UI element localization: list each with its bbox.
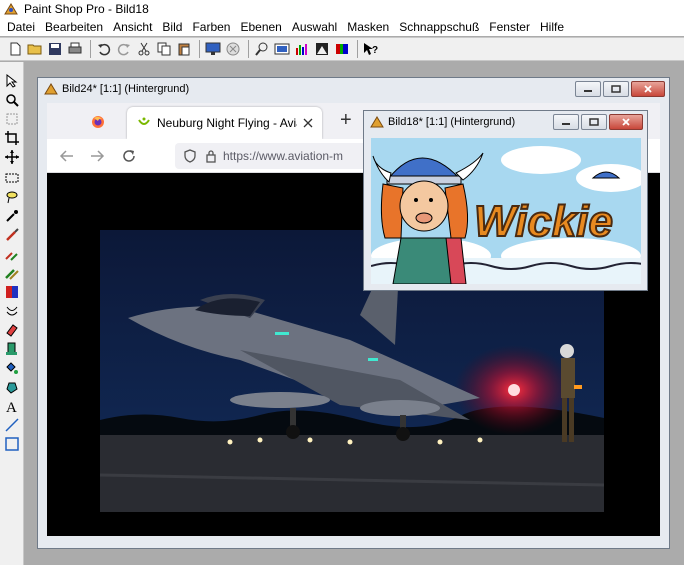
firefox-icon[interactable] xyxy=(91,115,105,129)
help-icon[interactable]: ? xyxy=(362,40,380,58)
layers-icon[interactable] xyxy=(333,40,351,58)
print-icon[interactable] xyxy=(66,40,84,58)
window-controls xyxy=(551,114,643,130)
flood-fill-tool-icon[interactable] xyxy=(3,378,21,396)
maximize-button[interactable] xyxy=(581,114,607,130)
menu-auswahl[interactable]: Auswahl xyxy=(287,20,342,34)
paste-icon[interactable] xyxy=(175,40,193,58)
window-controls xyxy=(573,81,665,97)
paintshop-logo-icon xyxy=(4,3,18,15)
shapes-tool-icon[interactable] xyxy=(3,435,21,453)
app-title: Paint Shop Pro - Bild18 xyxy=(24,2,149,16)
scratch-remover-tool-icon[interactable] xyxy=(3,302,21,320)
toolbar-separator xyxy=(90,40,91,58)
browse-icon[interactable] xyxy=(224,40,242,58)
open-folder-icon[interactable] xyxy=(26,40,44,58)
lock-icon[interactable] xyxy=(205,149,217,163)
selection-tool-icon[interactable] xyxy=(3,169,21,187)
new-file-icon[interactable] xyxy=(6,40,24,58)
copy-icon[interactable] xyxy=(155,40,173,58)
cut-icon[interactable] xyxy=(135,40,153,58)
wickie-image: Wickie xyxy=(371,138,641,284)
paintbrush-tool-icon[interactable] xyxy=(3,226,21,244)
menu-hilfe[interactable]: Hilfe xyxy=(535,20,569,34)
menu-ebenen[interactable]: Ebenen xyxy=(235,20,286,34)
svg-text:?: ? xyxy=(372,45,378,56)
save-icon[interactable] xyxy=(46,40,64,58)
toolbar-separator xyxy=(248,40,249,58)
toolbar-separator xyxy=(357,40,358,58)
dropper-tool-icon[interactable] xyxy=(3,207,21,225)
menu-masken[interactable]: Masken xyxy=(342,20,394,34)
full-screen-icon[interactable] xyxy=(273,40,291,58)
workspace: Bild24* [1:1] (Hintergrund) Neuburg Nigh… xyxy=(25,62,684,565)
wickie-logo-text: Wickie xyxy=(474,197,613,246)
redo-icon[interactable] xyxy=(115,40,133,58)
maximize-button[interactable] xyxy=(603,81,629,97)
close-button[interactable] xyxy=(609,114,643,130)
document-title: Bild24* [1:1] (Hintergrund) xyxy=(62,83,190,95)
browser-tab[interactable]: Neuburg Night Flying - Aviation xyxy=(127,107,322,139)
menu-farben[interactable]: Farben xyxy=(187,20,235,34)
minimize-button[interactable] xyxy=(553,114,579,130)
menu-datei[interactable]: Datei xyxy=(2,20,40,34)
menu-fenster[interactable]: Fenster xyxy=(484,20,535,34)
picture-tube-tool-icon[interactable] xyxy=(3,340,21,358)
tool-palette: A xyxy=(0,62,24,565)
menu-bearbeiten[interactable]: Bearbeiten xyxy=(40,20,108,34)
arrow-tool-icon[interactable] xyxy=(3,72,21,90)
zoom-tool-icon[interactable] xyxy=(3,91,21,109)
reload-icon[interactable] xyxy=(121,148,137,164)
toolbar-separator xyxy=(199,40,200,58)
color-replacer-tool-icon[interactable] xyxy=(3,264,21,282)
menu-schnappschuss[interactable]: Schnappschuß xyxy=(394,20,484,34)
menubar: Datei Bearbeiten Ansicht Bild Farben Ebe… xyxy=(0,18,684,36)
minimize-button[interactable] xyxy=(575,81,601,97)
screen-capture-icon[interactable] xyxy=(204,40,222,58)
retouch-tool-icon[interactable] xyxy=(3,283,21,301)
new-tab-button[interactable]: + xyxy=(340,109,352,132)
forward-icon[interactable] xyxy=(89,149,105,163)
toolbar: ? xyxy=(0,37,684,61)
url-text: https://www.aviation-m xyxy=(223,149,344,163)
undo-icon[interactable] xyxy=(95,40,113,58)
eraser-tool-icon[interactable] xyxy=(3,321,21,339)
text-tool-icon[interactable]: A xyxy=(3,397,21,415)
deformation-tool-icon[interactable] xyxy=(3,110,21,128)
airbrush-tool-icon[interactable] xyxy=(3,359,21,377)
crop-tool-icon[interactable] xyxy=(3,129,21,147)
back-icon[interactable] xyxy=(59,149,75,163)
document-window-bild18[interactable]: Bild18* [1:1] (Hintergrund) Wickie xyxy=(363,110,648,291)
site-favicon-icon xyxy=(138,117,150,125)
document-title: Bild18* [1:1] (Hintergrund) xyxy=(388,116,516,128)
browser-tab-title: Neuburg Night Flying - Aviation xyxy=(157,116,297,130)
clone-brush-tool-icon[interactable] xyxy=(3,245,21,263)
document-icon xyxy=(370,116,384,128)
url-bar[interactable]: https://www.aviation-m xyxy=(175,143,375,169)
close-button[interactable] xyxy=(631,81,665,97)
zoom-icon[interactable] xyxy=(253,40,271,58)
line-tool-icon[interactable] xyxy=(3,416,21,434)
histogram-icon[interactable] xyxy=(293,40,311,58)
shield-icon[interactable] xyxy=(183,149,197,163)
freehand-selection-icon[interactable] xyxy=(3,188,21,206)
close-tab-icon[interactable] xyxy=(303,118,313,128)
palette-icon[interactable] xyxy=(313,40,331,58)
app-titlebar: Paint Shop Pro - Bild18 xyxy=(0,0,684,18)
menu-bild[interactable]: Bild xyxy=(157,20,187,34)
svg-text:A: A xyxy=(6,400,17,413)
menu-ansicht[interactable]: Ansicht xyxy=(108,20,157,34)
document-icon xyxy=(44,83,58,95)
mover-tool-icon[interactable] xyxy=(3,148,21,166)
